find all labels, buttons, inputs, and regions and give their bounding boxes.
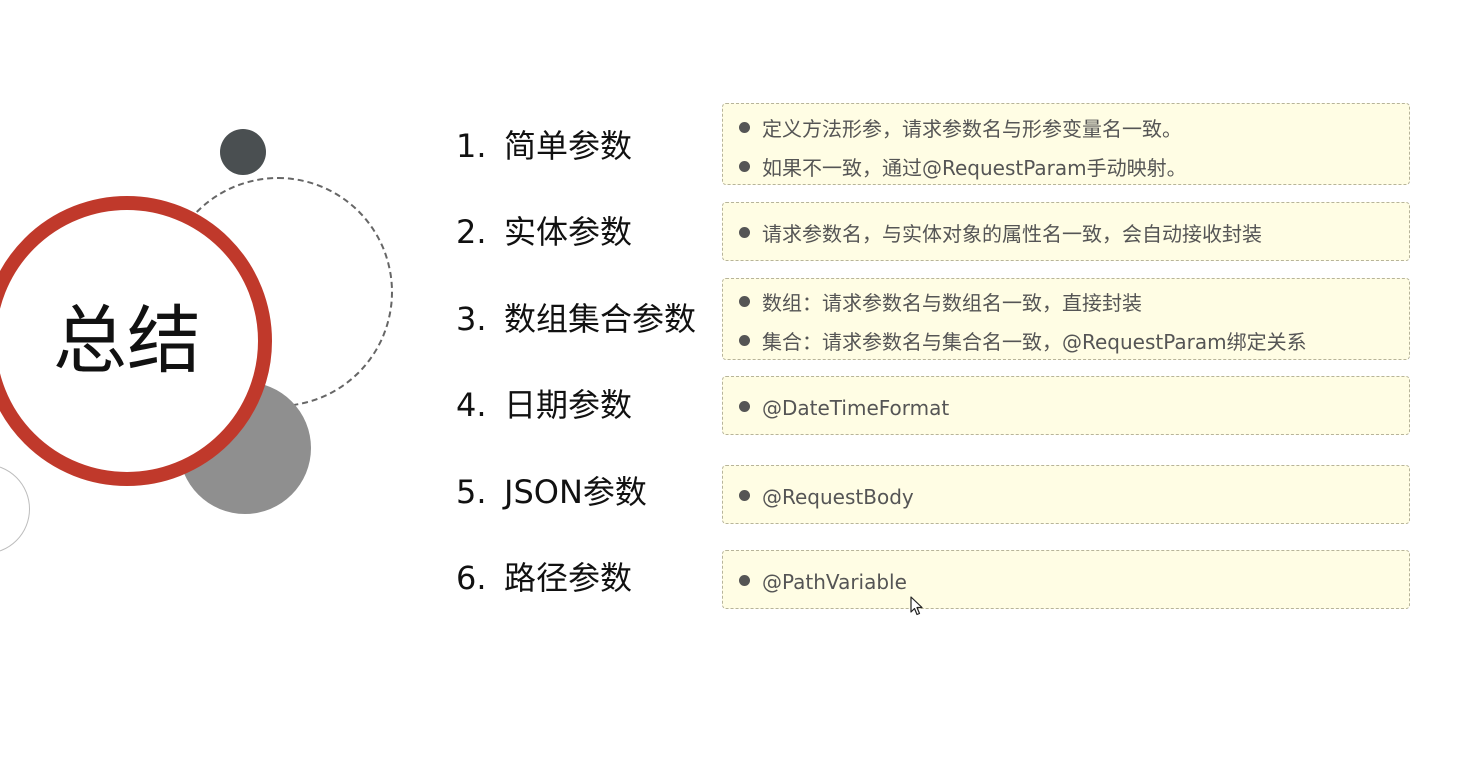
item-text: 数组集合参数 — [504, 300, 697, 338]
item-box-1: 定义方法形参，请求参数名与形参变量名一致。 如果不一致，通过@RequestPa… — [722, 103, 1410, 185]
item-text: 日期参数 — [504, 386, 633, 424]
slide-title: 总结 — [53, 298, 201, 384]
bullet-dot-icon — [739, 401, 750, 412]
bullet-text: @DateTimeFormat — [762, 396, 950, 420]
bullet-line: 集合：请求参数名与集合名一致，@RequestParam绑定关系 — [739, 329, 1307, 355]
decorative-thin-ring — [0, 464, 30, 554]
item-box-5: @RequestBody — [722, 465, 1410, 524]
bullet-line: @DateTimeFormat — [739, 395, 949, 421]
bullet-line: 定义方法形参，请求参数名与形参变量名一致。 — [739, 116, 1182, 142]
decorative-dark-dot — [220, 129, 266, 175]
bullet-text: @RequestBody — [762, 485, 914, 509]
bullet-text: 请求参数名，与实体对象的属性名一致，会自动接收封装 — [762, 222, 1262, 246]
bullet-text: 定义方法形参，请求参数名与形参变量名一致。 — [762, 117, 1182, 141]
item-box-4: @DateTimeFormat — [722, 376, 1410, 435]
bullet-line: @PathVariable — [739, 569, 907, 595]
item-label-4: 4. 日期参数 — [456, 385, 632, 425]
item-label-2: 2. 实体参数 — [456, 212, 632, 252]
item-box-2: 请求参数名，与实体对象的属性名一致，会自动接收封装 — [722, 202, 1410, 261]
item-text: 简单参数 — [504, 127, 633, 165]
item-text: 实体参数 — [504, 213, 633, 251]
slide: 总结 1. 简单参数 定义方法形参，请求参数名与形参变量名一致。 如果不一致，通过… — [0, 0, 1462, 768]
bullet-dot-icon — [739, 296, 750, 307]
item-number: 5. — [456, 473, 487, 511]
item-label-5: 5. JSON参数 — [456, 472, 647, 512]
item-label-3: 3. 数组集合参数 — [456, 299, 696, 339]
bullet-text: 如果不一致，通过@RequestParam手动映射。 — [762, 156, 1187, 180]
bullet-text: 数组：请求参数名与数组名一致，直接封装 — [762, 291, 1142, 315]
item-box-6: @PathVariable — [722, 550, 1410, 609]
bullet-dot-icon — [739, 575, 750, 586]
bullet-line: 数组：请求参数名与数组名一致，直接封装 — [739, 290, 1142, 316]
bullet-dot-icon — [739, 335, 750, 346]
mouse-pointer-icon — [910, 596, 923, 616]
item-label-1: 1. 简单参数 — [456, 126, 632, 166]
item-number: 1. — [456, 127, 487, 165]
item-number: 2. — [456, 213, 487, 251]
item-box-3: 数组：请求参数名与数组名一致，直接封装 集合：请求参数名与集合名一致，@Requ… — [722, 278, 1410, 360]
bullet-dot-icon — [739, 490, 750, 501]
item-number: 4. — [456, 386, 487, 424]
bullet-line: 请求参数名，与实体对象的属性名一致，会自动接收封装 — [739, 221, 1262, 247]
bullet-dot-icon — [739, 161, 750, 172]
bullet-text: 集合：请求参数名与集合名一致，@RequestParam绑定关系 — [762, 330, 1307, 354]
bullet-text: @PathVariable — [762, 570, 907, 594]
bullet-dot-icon — [739, 227, 750, 238]
item-text: JSON参数 — [504, 473, 647, 511]
item-number: 6. — [456, 559, 487, 597]
bullet-dot-icon — [739, 122, 750, 133]
item-label-6: 6. 路径参数 — [456, 558, 632, 598]
bullet-line: 如果不一致，通过@RequestParam手动映射。 — [739, 155, 1187, 181]
item-number: 3. — [456, 300, 487, 338]
bullet-line: @RequestBody — [739, 484, 914, 510]
item-text: 路径参数 — [504, 559, 633, 597]
